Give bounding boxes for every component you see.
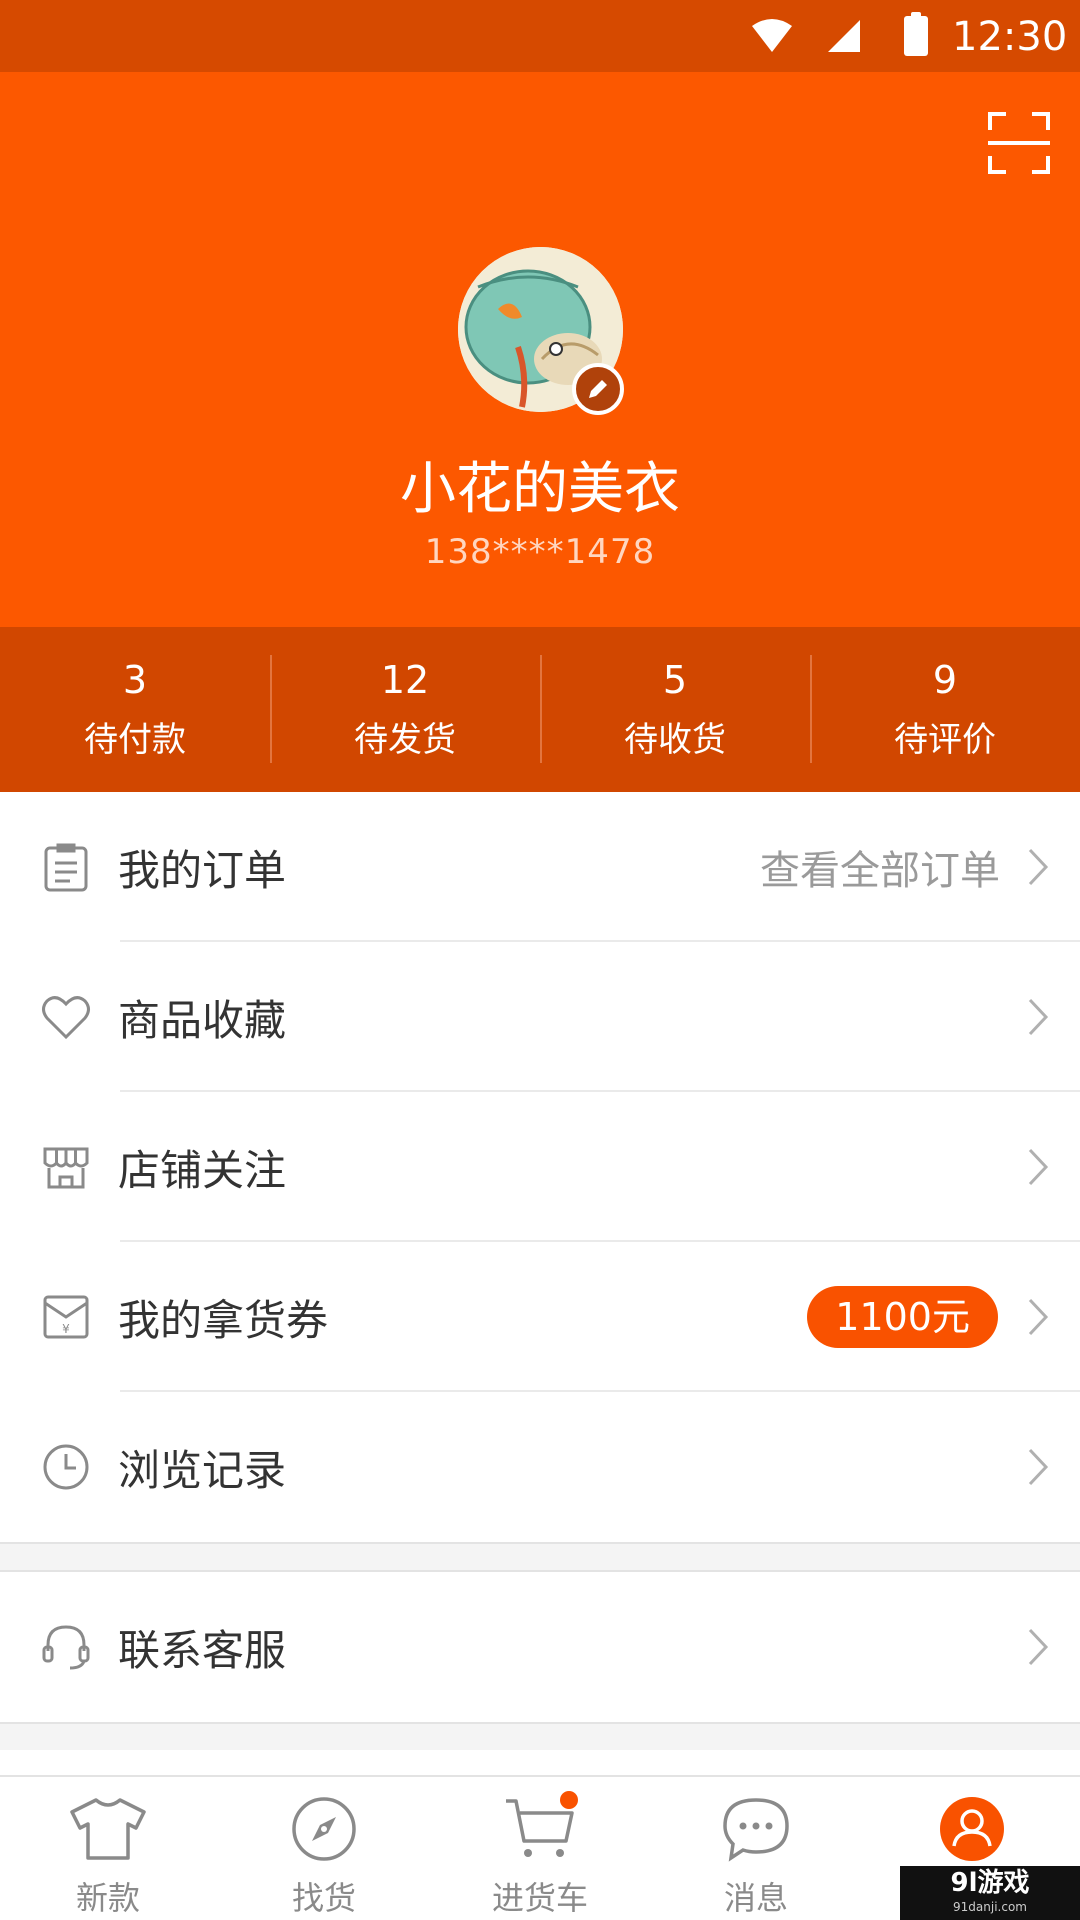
- nav-tab-new-arrivals[interactable]: 新款: [0, 1777, 216, 1920]
- menu-item-history[interactable]: 浏览记录: [0, 1392, 1080, 1542]
- menu-item-orders[interactable]: 我的订单 查看全部订单: [0, 792, 1080, 942]
- nav-tab-messages[interactable]: 消息: [648, 1777, 864, 1920]
- nav-label: 找货: [291, 1879, 356, 1917]
- menu-list: 我的订单 查看全部订单 商品收藏 店铺关注 ¥ 我的拿货券 1100元 浏览记录…: [0, 792, 1080, 1750]
- chevron-right-icon: [1028, 1148, 1049, 1186]
- menu-label: 我的订单: [118, 845, 287, 895]
- shop-icon: [43, 1147, 89, 1189]
- coupon-amount-badge: 1100元: [807, 1286, 998, 1348]
- profile-header: 小花的美衣 138****1478: [0, 72, 1080, 627]
- stat-label: 待付款: [84, 720, 186, 760]
- stat-pending-review[interactable]: 9 待评价: [810, 627, 1080, 792]
- site-watermark: 9l游戏 91danji.com: [900, 1866, 1080, 1920]
- stat-count: 12: [380, 658, 430, 702]
- section-gap: [0, 1722, 1080, 1750]
- headset-icon: [42, 1625, 90, 1670]
- username: 小花的美衣: [400, 457, 680, 522]
- edit-avatar-icon[interactable]: [572, 363, 624, 415]
- clipboard-icon: [44, 843, 88, 892]
- watermark-logo: 9l游戏: [950, 1868, 1030, 1898]
- stat-count: 5: [662, 658, 688, 702]
- order-stats-bar: 3 待付款 12 待发货 5 待收货 9 待评价: [0, 627, 1080, 792]
- bottom-nav: 新款 找货 进货车 消息 9l游戏 91danji.com: [0, 1775, 1080, 1920]
- menu-item-support[interactable]: 联系客服: [0, 1572, 1080, 1722]
- stat-label: 待评价: [894, 720, 996, 760]
- nav-tab-cart[interactable]: 进货车: [432, 1777, 648, 1920]
- nav-label: 进货车: [491, 1879, 588, 1917]
- phone-number: 138****1478: [424, 532, 656, 572]
- battery-icon: [904, 12, 928, 56]
- stat-label: 待收货: [624, 720, 726, 760]
- menu-label: 商品收藏: [118, 995, 287, 1045]
- coupon-envelope-icon: ¥: [43, 1295, 89, 1339]
- nav-label: 消息: [723, 1879, 788, 1917]
- section-gap: [0, 1542, 1080, 1572]
- nav-label: 新款: [75, 1879, 140, 1917]
- stat-count: 3: [122, 658, 148, 702]
- menu-item-favorites[interactable]: 商品收藏: [0, 942, 1080, 1092]
- cart-notification-dot: [560, 1791, 578, 1809]
- heart-icon: [42, 996, 90, 1040]
- chevron-right-icon: [1028, 848, 1049, 886]
- menu-label: 店铺关注: [118, 1145, 287, 1195]
- menu-item-followed-shops[interactable]: 店铺关注: [0, 1092, 1080, 1242]
- chevron-right-icon: [1028, 1298, 1049, 1336]
- menu-label: 联系客服: [118, 1625, 287, 1675]
- stat-pending-receipt[interactable]: 5 待收货: [540, 627, 810, 792]
- compass-icon: [292, 1797, 356, 1861]
- stat-count: 9: [932, 658, 958, 702]
- status-bar: 12:30: [0, 0, 1080, 72]
- menu-item-coupons[interactable]: ¥ 我的拿货券 1100元: [0, 1242, 1080, 1392]
- wifi-icon: [752, 19, 792, 52]
- avatar-container[interactable]: [458, 247, 624, 415]
- chevron-right-icon: [1028, 998, 1049, 1036]
- stat-pending-payment[interactable]: 3 待付款: [0, 627, 270, 792]
- scan-icon[interactable]: [988, 112, 1050, 174]
- menu-label: 浏览记录: [118, 1445, 287, 1495]
- view-all-orders-link[interactable]: 查看全部订单: [760, 838, 1000, 896]
- svg-text:¥: ¥: [62, 1322, 70, 1336]
- chat-bubble-icon: [723, 1798, 789, 1862]
- cell-signal-icon: [828, 20, 860, 52]
- stat-pending-shipment[interactable]: 12 待发货: [270, 627, 540, 792]
- profile-icon: [940, 1797, 1004, 1861]
- menu-label: 我的拿货券: [118, 1295, 329, 1345]
- watermark-url: 91danji.com: [953, 1900, 1027, 1914]
- chevron-right-icon: [1028, 1448, 1049, 1486]
- tshirt-icon: [70, 1798, 146, 1860]
- status-time: 12:30: [952, 14, 1068, 60]
- stat-label: 待发货: [354, 720, 456, 760]
- clock-icon: [43, 1444, 89, 1490]
- nav-tab-find-goods[interactable]: 找货: [216, 1777, 432, 1920]
- chevron-right-icon: [1028, 1628, 1049, 1666]
